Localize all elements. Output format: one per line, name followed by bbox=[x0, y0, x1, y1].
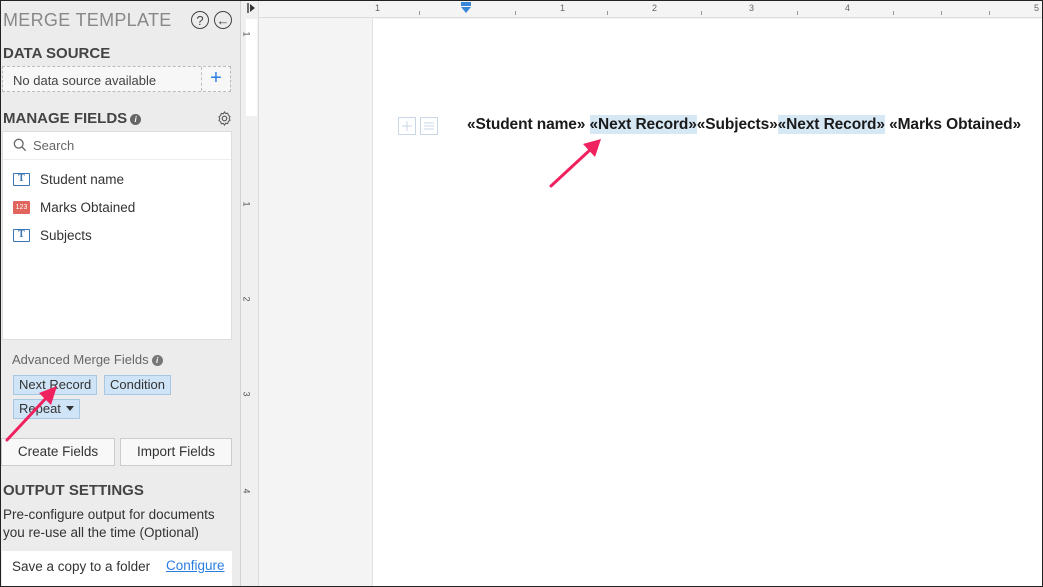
annotation-arrows bbox=[5, 139, 601, 442]
arrow-to-next-record-field bbox=[549, 139, 601, 188]
app-window: MERGE TEMPLATE ? ← DATA SOURCE No data s… bbox=[0, 0, 1043, 587]
arrow-to-next-record-chip bbox=[5, 386, 57, 442]
